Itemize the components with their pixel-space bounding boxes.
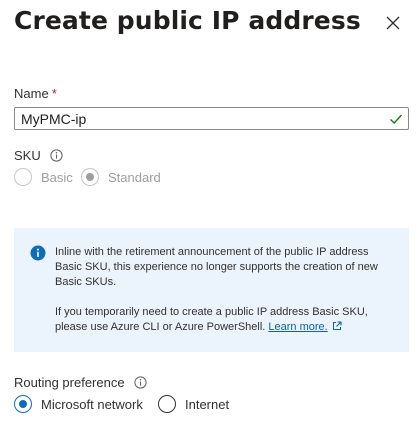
radio-standard-dot (86, 173, 94, 181)
routing-info-icon[interactable] (133, 376, 147, 389)
routing-option-internet[interactable]: Internet (158, 395, 229, 413)
info-banner: Inline with the retirement announcement … (14, 228, 409, 352)
sku-option-basic-label: Basic (41, 169, 73, 185)
routing-label: Routing preference (14, 375, 147, 390)
info-icon (133, 376, 147, 389)
routing-option-internet-label: Internet (185, 396, 230, 412)
radio-standard[interactable] (81, 168, 99, 186)
name-label-text: Name (14, 86, 49, 101)
required-marker: * (51, 86, 57, 101)
routing-option-microsoft-network[interactable]: Microsoft network (14, 395, 143, 413)
name-label: Name * (14, 86, 57, 101)
panel-title: Create public IP address (14, 6, 361, 35)
radio-basic[interactable] (14, 168, 32, 186)
sku-label: SKU (14, 148, 63, 163)
radio-internet[interactable] (158, 395, 176, 413)
sku-option-basic[interactable]: Basic (14, 168, 73, 186)
radio-microsoft-network[interactable] (14, 395, 32, 413)
radio-microsoft-network-dot (19, 400, 27, 408)
name-input-value: MyPMC-ip (21, 110, 87, 127)
info-banner-text: Inline with the retirement announcement … (55, 245, 395, 335)
info-icon (50, 149, 63, 162)
info-filled-icon (30, 245, 46, 261)
sku-option-standard[interactable]: Standard (81, 168, 161, 186)
learn-more-link[interactable]: Learn more. (268, 321, 327, 333)
routing-label-text: Routing preference (14, 375, 125, 390)
close-icon (386, 16, 400, 30)
sku-label-text: SKU (14, 148, 41, 163)
checkmark-icon (390, 114, 403, 124)
name-input[interactable]: MyPMC-ip (14, 107, 409, 130)
sku-option-standard-label: Standard (108, 169, 161, 185)
close-button[interactable] (384, 14, 402, 32)
external-link-icon[interactable] (332, 321, 342, 331)
info-banner-paragraph-1: Inline with the retirement announcement … (55, 246, 378, 288)
routing-option-microsoft-network-label: Microsoft network (41, 396, 143, 412)
sku-info-icon[interactable] (50, 149, 63, 162)
info-banner-paragraph-2: If you temporarily need to create a publ… (55, 305, 395, 335)
